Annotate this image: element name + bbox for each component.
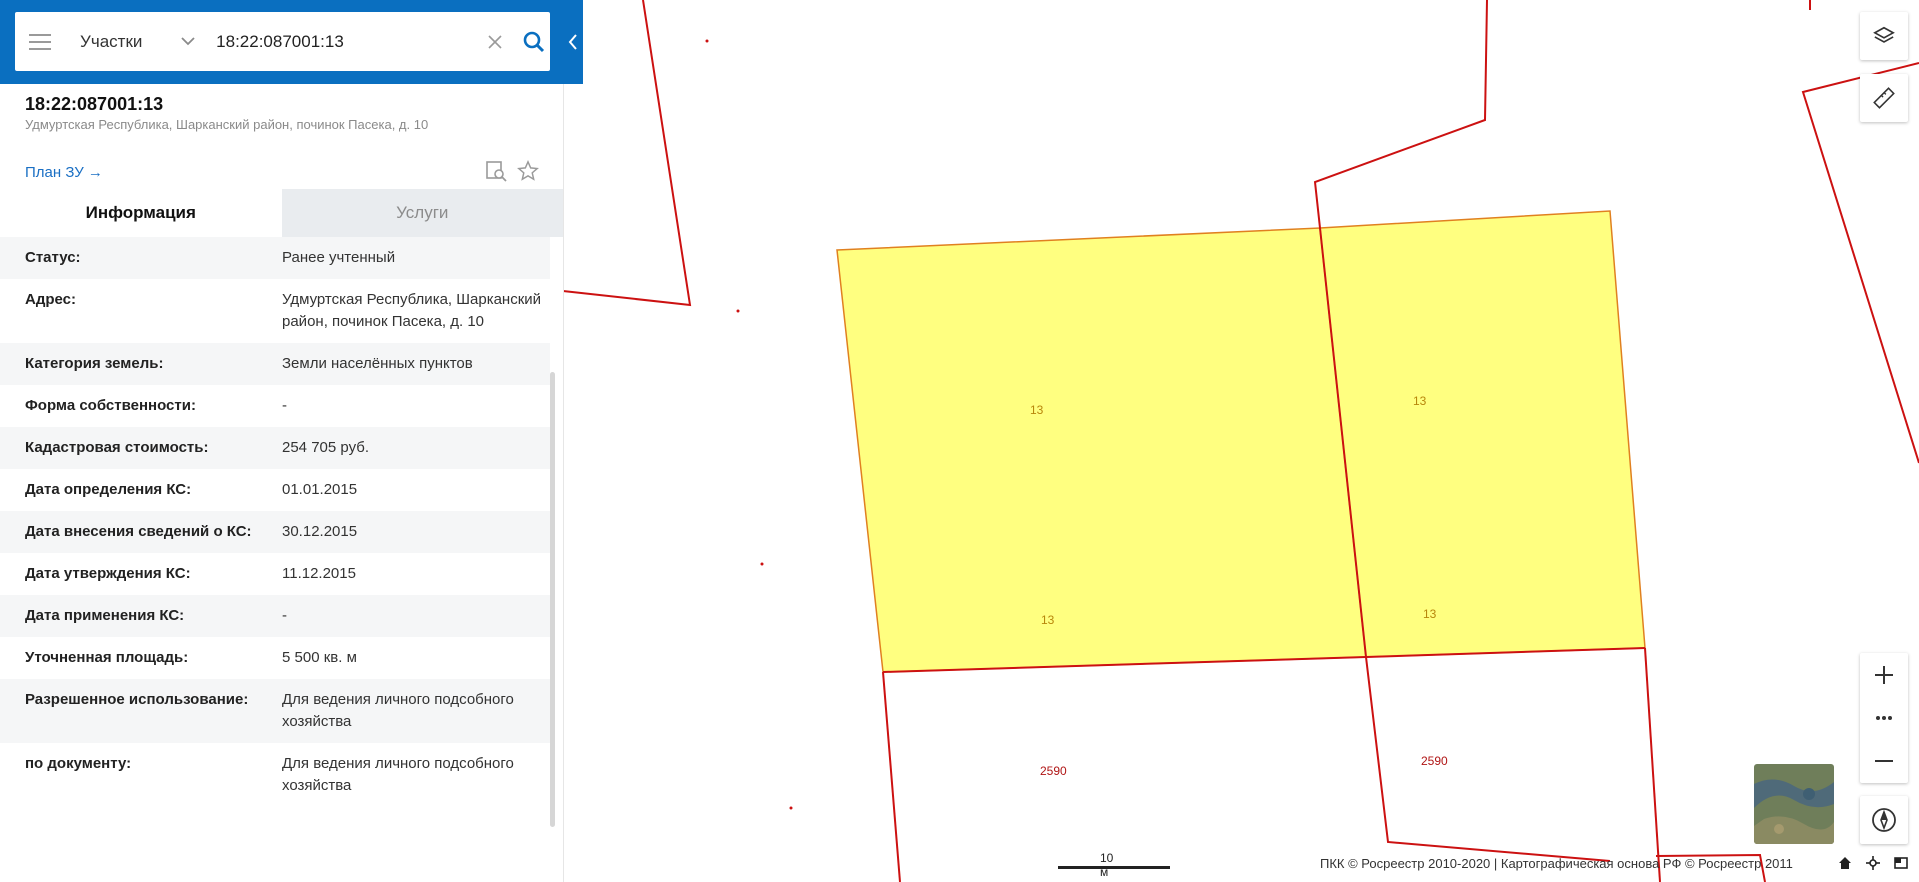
info-key: Дата применения КС:: [25, 607, 185, 624]
info-key: Дата внесения сведений о КС:: [25, 523, 252, 540]
info-row-entry-date: Дата внесения сведений о КС: 30.12.2015: [0, 511, 550, 553]
info-value: -: [282, 397, 287, 414]
boundary-markers: [705, 39, 793, 810]
search-bar: Участки: [0, 0, 583, 84]
scale-line: [1058, 866, 1170, 869]
info-row-status: Статус: Ранее учтенный: [0, 237, 550, 279]
info-key: Адрес:: [25, 291, 76, 308]
locate-icon[interactable]: [1864, 854, 1882, 872]
parcel-label: 2590: [1040, 764, 1067, 778]
info-row-value-date: Дата определения КС: 01.01.2015: [0, 469, 550, 511]
home-icon[interactable]: [1836, 854, 1854, 872]
star-icon[interactable]: [515, 158, 541, 184]
info-value: Земли населённых пунктов: [282, 355, 473, 372]
parcel-label: 13: [1041, 613, 1055, 627]
menu-icon[interactable]: [29, 27, 58, 57]
info-value: -: [282, 607, 287, 624]
info-row-address: Адрес: Удмуртская Республика, Шарканский …: [0, 279, 550, 343]
selected-parcel-left[interactable]: [836, 227, 1367, 673]
info-key: Статус:: [25, 249, 81, 266]
info-value: Для ведения личного подсобного хозяйства: [282, 755, 514, 794]
parcel-label: 13: [1413, 394, 1427, 408]
compass-icon[interactable]: [1860, 796, 1908, 844]
info-value: 01.01.2015: [282, 481, 358, 498]
more-icon[interactable]: [1860, 696, 1908, 739]
parcel-label: 2590: [1421, 754, 1448, 768]
clear-icon[interactable]: [484, 30, 507, 54]
info-table: Статус: Ранее учтенный Адрес: Удмуртская Р…: [0, 237, 550, 807]
parcel-label: 13: [1423, 607, 1437, 621]
find-on-map-icon[interactable]: [483, 158, 509, 184]
parcel-label: 13: [1030, 403, 1044, 417]
panel-scrollbar[interactable]: [550, 372, 555, 827]
info-row-approval-date: Дата утверждения КС: 11.12.2015: [0, 553, 550, 595]
info-row-permitted-use: Разрешенное использование: Для ведения ли…: [0, 679, 550, 743]
collapse-panel-icon[interactable]: [563, 27, 583, 57]
search-icon[interactable]: [517, 25, 550, 59]
basemap-thumbnail[interactable]: [1754, 764, 1834, 844]
info-key: Дата определения КС:: [25, 481, 192, 498]
info-key: Форма собственности:: [25, 397, 196, 414]
info-row-land-category: Категория земель: Земли населённых пункто…: [0, 343, 550, 385]
info-value: Для ведения личного подсобного хозяйства: [282, 691, 514, 730]
info-value: 11.12.2015: [282, 565, 356, 582]
info-key: Уточненная площадь:: [25, 649, 189, 666]
tab-services[interactable]: Услуги: [281, 189, 563, 237]
plan-link[interactable]: План ЗУ →: [25, 164, 103, 181]
info-value: Удмуртская Республика, Шарканский район,…: [282, 291, 542, 330]
bottom-toolbar: [1836, 854, 1910, 872]
info-value: 254 705 руб.: [282, 439, 369, 456]
info-value: Ранее учтенный: [282, 249, 396, 266]
copyright-text: ПКК © Росреестр 2010-2020 | Картографиче…: [1320, 856, 1793, 871]
tabs: Информация Услуги: [0, 189, 563, 237]
search-type-select[interactable]: Участки: [80, 32, 177, 52]
info-key: Разрешенное использование:: [25, 691, 249, 708]
zoom-in-icon[interactable]: [1860, 653, 1908, 696]
info-row-application-date: Дата применения КС: -: [0, 595, 550, 637]
search-input[interactable]: [214, 30, 470, 53]
info-key: Дата утверждения КС:: [25, 565, 191, 582]
layers-icon[interactable]: [1860, 12, 1908, 60]
object-cadastral-number: 18:22:087001:13: [25, 94, 164, 114]
object-address: Удмуртская Республика, Шарканский район,…: [25, 117, 429, 132]
info-key: по документу:: [25, 755, 132, 772]
ruler-icon[interactable]: [1860, 74, 1908, 122]
selected-parcel-right[interactable]: [1319, 210, 1646, 658]
zoom-controls: [1860, 653, 1908, 783]
fullscreen-icon[interactable]: [1892, 854, 1910, 872]
info-value: 5 500 кв. м: [282, 649, 357, 666]
zoom-out-icon[interactable]: [1860, 739, 1908, 782]
info-key: Категория земель:: [25, 355, 164, 372]
info-row-cadastral-value: Кадастровая стоимость: 254 705 руб.: [0, 427, 550, 469]
info-value: 30.12.2015: [282, 523, 358, 540]
chevron-down-icon[interactable]: [177, 31, 198, 53]
search-box: Участки: [15, 12, 550, 71]
info-row-ownership: Форма собственности: -: [0, 385, 550, 427]
info-row-by-document: по документу: Для ведения личного подсобн…: [0, 743, 550, 807]
tab-information[interactable]: Информация: [0, 189, 282, 237]
scale-label: 10 м: [1100, 851, 1114, 879]
info-row-area: Уточненная площадь: 5 500 кв. м: [0, 637, 550, 679]
info-key: Кадастровая стоимость:: [25, 439, 209, 456]
